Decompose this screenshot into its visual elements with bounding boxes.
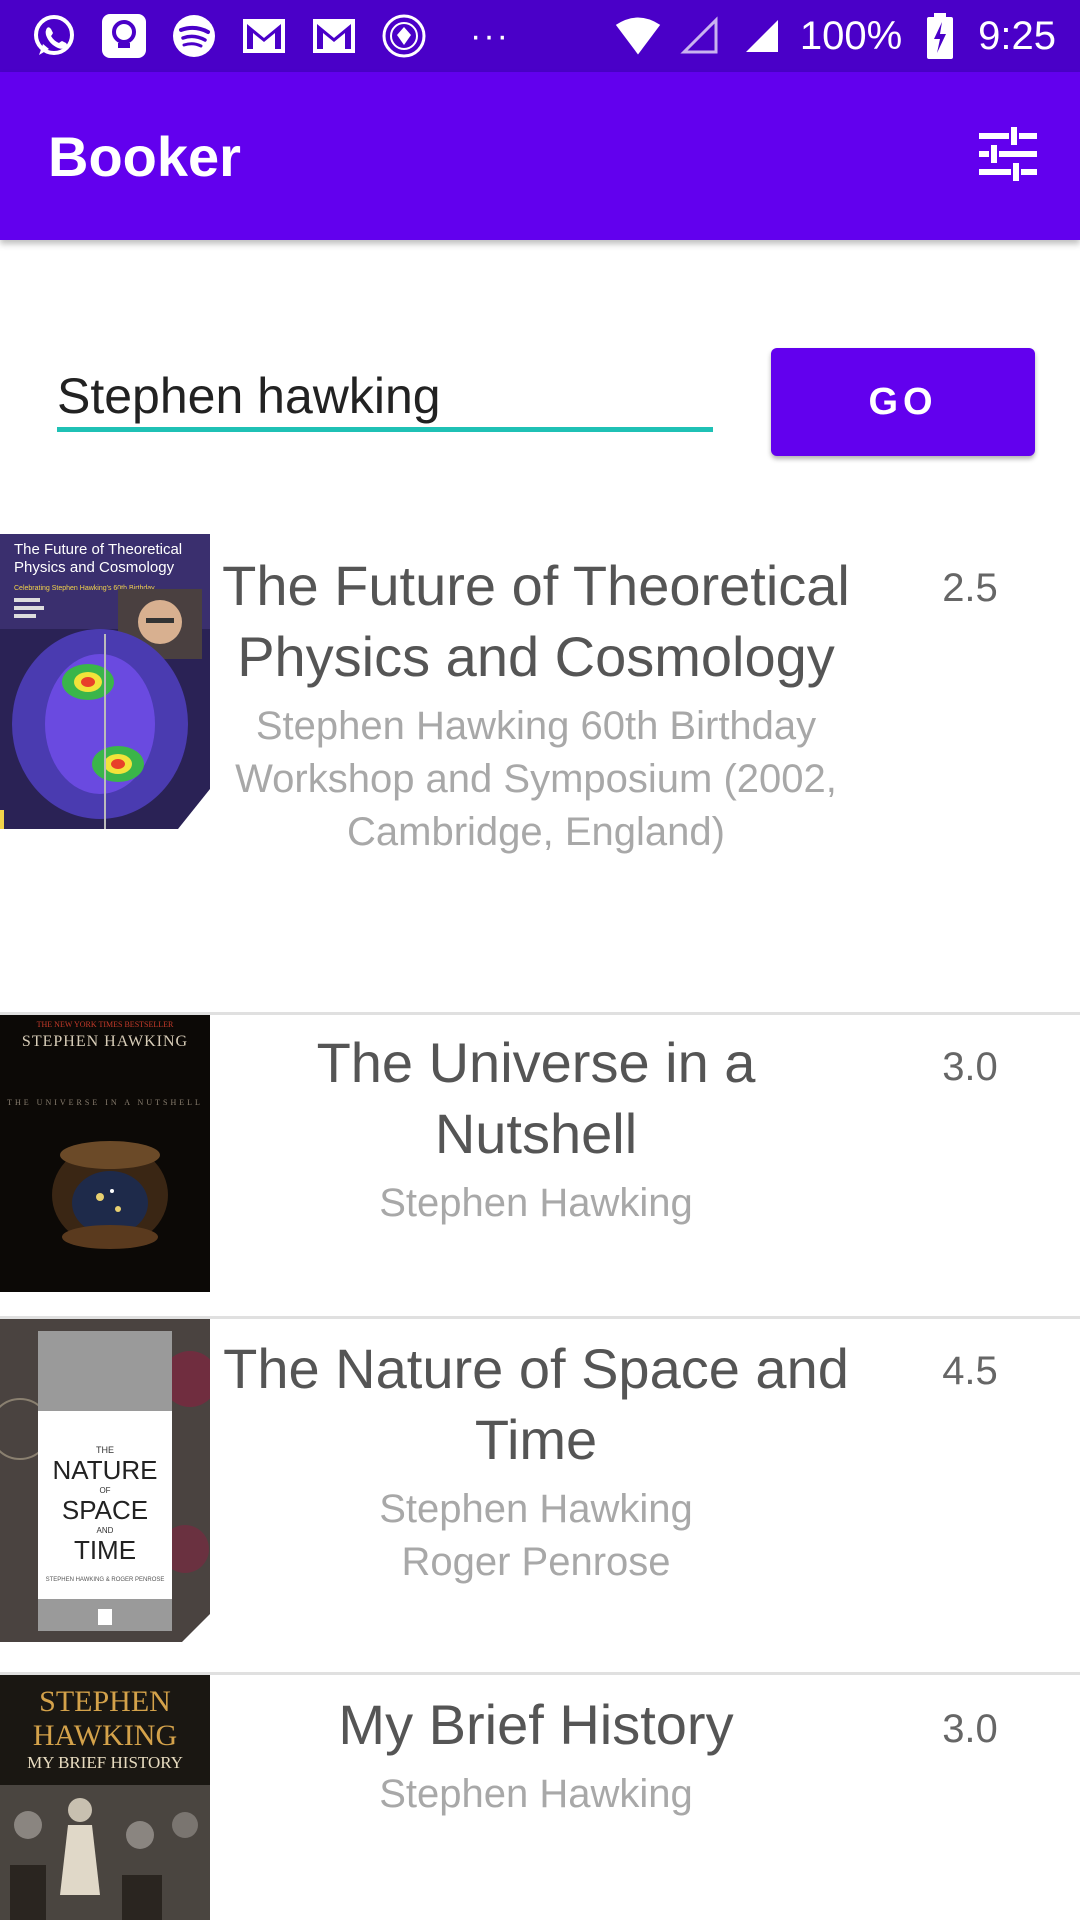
book-cover: The Future of Theoretical Physics and Co… — [0, 534, 210, 829]
battery-percentage: 100% — [799, 13, 903, 58]
cover-author: STEPHEN HAWKING — [22, 1033, 188, 1050]
search-row: GO — [0, 345, 1080, 456]
book-rating: 3.0 — [942, 1707, 998, 1751]
app-bar: Booker — [0, 72, 1080, 240]
cover-title-line-2: Physics and Cosmology — [14, 559, 175, 576]
cover-word-time: TIME — [74, 1535, 136, 1565]
book-title: The Universe in a Nutshell — [316, 1031, 756, 1165]
status-bar: ··· 100% 9:25 — [0, 0, 1080, 72]
spotify-icon — [170, 12, 218, 60]
cover-tagline: THE NEW YORK TIMES BESTSELLER — [37, 1020, 174, 1029]
book-author: Stephen Hawking — [379, 1181, 693, 1225]
app-title: Booker — [48, 124, 241, 188]
book-cover: THE NATURE OF SPACE AND TIME STEPHEN HAW… — [0, 1319, 210, 1642]
book-rating: 3.0 — [942, 1045, 998, 1089]
book-info: The Nature of Space and Time Stephen Haw… — [215, 1333, 857, 1589]
more-notifications-indicator: ··· — [470, 17, 510, 55]
book-author: Stephen Hawking 60th Birthday Workshop a… — [235, 704, 837, 854]
book-rating: 2.5 — [942, 566, 998, 610]
book-rating: 4.5 — [942, 1349, 998, 1393]
book-title: My Brief History — [338, 1693, 734, 1756]
cover-word-nature: NATURE — [53, 1455, 158, 1485]
book-list-item[interactable]: STEPHEN HAWKING MY BRIEF HISTORY My Brie… — [0, 1675, 1080, 1920]
filter-button[interactable] — [972, 120, 1044, 192]
book-list-item[interactable]: THE NATURE OF SPACE AND TIME STEPHEN HAW… — [0, 1319, 1080, 1675]
whatsapp-icon — [30, 12, 78, 60]
bulb-notification-icon — [100, 12, 148, 60]
book-list-item[interactable]: The Future of Theoretical Physics and Co… — [0, 534, 1080, 1015]
book-info: The Universe in a Nutshell Stephen Hawki… — [215, 1027, 857, 1230]
signal-empty-icon — [676, 12, 724, 60]
cover-authors: STEPHEN HAWKING & ROGER PENROSE — [46, 1577, 165, 1583]
book-list-item[interactable]: THE NEW YORK TIMES BESTSELLER STEPHEN HA… — [0, 1015, 1080, 1319]
gmail-icon — [310, 12, 358, 60]
book-authors: Stephen Hawking 60th Birthday Workshop a… — [215, 700, 857, 859]
book-cover: THE NEW YORK TIMES BESTSELLER STEPHEN HA… — [0, 1015, 210, 1292]
book-author: Stephen Hawking — [379, 1772, 693, 1816]
book-author: Stephen Hawking — [379, 1487, 693, 1531]
cover-word-of: OF — [99, 1486, 110, 1495]
go-button[interactable]: GO — [771, 348, 1035, 456]
book-info: My Brief History Stephen Hawking — [215, 1689, 857, 1821]
cover-title: MY BRIEF HISTORY — [27, 1753, 183, 1772]
book-authors: Stephen Hawking — [215, 1177, 857, 1230]
cover-word-and: AND — [97, 1526, 114, 1535]
book-author: Roger Penrose — [401, 1540, 671, 1584]
book-cover: STEPHEN HAWKING MY BRIEF HISTORY — [0, 1675, 210, 1920]
cover-title-line-1: The Future of Theoretical — [14, 541, 182, 558]
battery-charging-icon — [916, 12, 964, 60]
book-authors: Stephen Hawking Roger Penrose — [215, 1483, 857, 1589]
wifi-icon — [614, 12, 662, 60]
notification-icons: ··· — [0, 12, 510, 60]
book-title: The Future of Theoretical Physics and Co… — [222, 554, 850, 688]
signal-icon — [738, 12, 786, 60]
book-info: The Future of Theoretical Physics and Co… — [215, 550, 857, 859]
cover-title: THE UNIVERSE IN A NUTSHELL — [7, 1098, 203, 1107]
search-input[interactable] — [57, 365, 713, 432]
cover-word-hawking: HAWKING — [33, 1719, 177, 1752]
status-time: 9:25 — [978, 13, 1056, 58]
cover-word-stephen: STEPHEN — [39, 1685, 171, 1718]
club-crest-icon — [380, 12, 428, 60]
gmail-icon — [240, 12, 288, 60]
system-icons: 100% 9:25 — [614, 12, 1080, 60]
tune-icon — [979, 126, 1037, 186]
cover-word-space: SPACE — [62, 1495, 148, 1525]
book-title: The Nature of Space and Time — [223, 1337, 849, 1471]
book-authors: Stephen Hawking — [215, 1768, 857, 1821]
cover-word-the: THE — [96, 1445, 114, 1455]
